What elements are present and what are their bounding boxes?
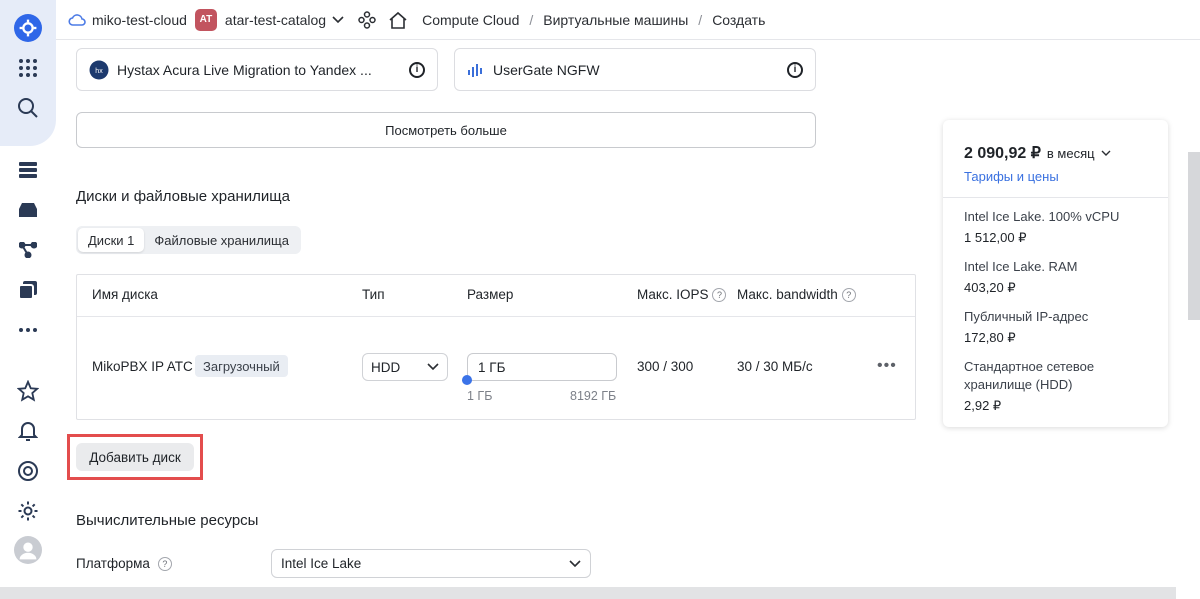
boot-badge: Загрузочный: [195, 355, 288, 377]
price-item: Стандартное сетевое хранилище (HDD) 2,92…: [964, 358, 1114, 414]
marketplace-card-usergate[interactable]: UserGate NGFW i: [454, 48, 816, 91]
catalog-name: atar-test-catalog: [224, 11, 327, 28]
pricing-link[interactable]: Тарифы и цены: [964, 169, 1059, 184]
col-header-type: Тип: [362, 287, 385, 302]
disk-iops: 300 / 300: [637, 359, 694, 374]
cloud-icon: [68, 13, 86, 27]
cloud-logo-icon[interactable]: [14, 14, 42, 42]
support-icon[interactable]: [14, 457, 42, 485]
row-menu-icon[interactable]: •••: [877, 357, 897, 375]
chevron-down-icon: [332, 15, 344, 24]
disk-type-value: HDD: [371, 359, 401, 375]
storage-icon[interactable]: [14, 196, 42, 224]
disk-size-input[interactable]: 1 ГБ: [467, 353, 617, 381]
price-item-value: 1 512,00 ₽: [964, 230, 1027, 245]
breadcrumb-separator: /: [698, 11, 703, 28]
compute-section-title: Вычислительные ресурсы: [76, 512, 259, 529]
col-header-size: Размер: [467, 287, 514, 302]
servers-icon[interactable]: [14, 156, 42, 184]
star-icon[interactable]: [14, 377, 42, 405]
price-item-name: Стандартное сетевое хранилище (HDD): [964, 359, 1095, 392]
more-icon[interactable]: [14, 316, 42, 344]
price-item: Intel Ice Lake. 100% vCPU 1 512,00 ₽: [964, 208, 1154, 246]
price-item-value: 403,20 ₽: [964, 280, 1016, 295]
search-icon[interactable]: [14, 94, 42, 122]
col-header-bandwidth: Макс. bandwidth ?: [737, 287, 856, 302]
platform-label-text: Платформа: [76, 556, 150, 571]
price-divider: [943, 197, 1168, 198]
platform-label: Платформа ?: [76, 556, 172, 571]
tab-file-storages[interactable]: Файловые хранилища: [144, 228, 299, 252]
price-total-value: 2 090,92 ₽: [964, 145, 1041, 162]
price-item: Публичный IP-адрес 172,80 ₽: [964, 308, 1154, 346]
col-header-name: Имя диска: [92, 287, 158, 302]
price-item-name: Публичный IP-адрес: [964, 309, 1089, 324]
help-icon[interactable]: ?: [712, 287, 727, 302]
chevron-down-icon: [427, 363, 439, 371]
chevron-down-icon: [569, 559, 581, 568]
disk-name: MikoPBX IP ATC: [92, 359, 193, 374]
cloud-selector[interactable]: miko-test-cloud: [68, 12, 187, 28]
price-item-value: 2,92 ₽: [964, 398, 1002, 413]
platform-value: Intel Ice Lake: [281, 556, 362, 571]
price-card: 2 090,92 ₽ в месяц Тарифы и цены Intel I…: [943, 120, 1168, 427]
bandwidth-label: Макс. bandwidth: [737, 287, 838, 302]
disk-type-select[interactable]: HDD: [362, 353, 448, 381]
price-item-name: Intel Ice Lake. 100% vCPU: [964, 209, 1120, 224]
images-icon[interactable]: [14, 276, 42, 304]
disks-section-title: Диски и файловые хранилища: [76, 188, 290, 205]
usergate-logo-icon: [467, 61, 485, 79]
tab-disks[interactable]: Диски 1: [78, 228, 145, 252]
breadcrumb-create: Создать: [712, 11, 766, 28]
left-rail: [0, 0, 56, 599]
info-icon[interactable]: i: [787, 61, 803, 78]
home-icon[interactable]: [388, 11, 408, 29]
platform-select[interactable]: Intel Ice Lake: [271, 549, 591, 578]
hystax-logo-icon: hx: [89, 60, 109, 80]
disks-table: Имя диска Тип Размер Макс. IOPS ? Макс. …: [76, 274, 916, 420]
cloud-name: miko-test-cloud: [92, 11, 187, 28]
price-item: Intel Ice Lake. RAM 403,20 ₽: [964, 258, 1154, 296]
price-period: в месяц: [1046, 145, 1095, 161]
disk-size-value: 1 ГБ: [478, 359, 506, 375]
breadcrumb-vms[interactable]: Виртуальные машины: [543, 12, 688, 28]
show-more-button[interactable]: Посмотреть больше: [76, 112, 816, 148]
catalog-badge: AT: [194, 8, 217, 31]
services-icon[interactable]: [358, 10, 376, 29]
size-slider-min: 1 ГБ: [467, 389, 493, 403]
card-title: Hystax Acura Live Migration to Yandex ..…: [117, 61, 372, 78]
info-icon[interactable]: i: [409, 61, 425, 78]
horizontal-scrollbar[interactable]: [0, 587, 1176, 599]
disk-bandwidth: 30 / 30 МБ/с: [737, 359, 813, 374]
catalog-selector[interactable]: AT atar-test-catalog: [194, 8, 344, 31]
breadcrumb-compute[interactable]: Compute Cloud: [422, 12, 519, 28]
iops-label: Макс. IOPS: [637, 287, 709, 302]
vertical-scrollbar[interactable]: [1188, 152, 1200, 320]
apps-grid-icon[interactable]: [14, 54, 42, 82]
size-slider-handle[interactable]: [462, 375, 472, 385]
disk-tabs: Диски 1 Файловые хранилища: [76, 226, 301, 254]
network-icon[interactable]: [14, 236, 42, 264]
col-header-iops: Макс. IOPS ?: [637, 287, 727, 302]
top-header: miko-test-cloud AT atar-test-catalog Com…: [56, 0, 1200, 40]
price-item-value: 172,80 ₽: [964, 330, 1016, 345]
help-icon[interactable]: ?: [841, 287, 856, 302]
breadcrumb-separator: /: [529, 11, 534, 28]
marketplace-card-hystax[interactable]: hx Hystax Acura Live Migration to Yandex…: [76, 48, 438, 91]
settings-icon[interactable]: [14, 497, 42, 525]
price-total[interactable]: 2 090,92 ₽ в месяц: [964, 143, 1111, 163]
avatar[interactable]: [14, 536, 42, 564]
card-title: UserGate NGFW: [493, 61, 600, 78]
help-icon[interactable]: ?: [157, 556, 172, 571]
add-disk-button[interactable]: Добавить диск: [76, 443, 194, 471]
svg-text:hx: hx: [95, 68, 103, 75]
table-divider: [77, 316, 915, 317]
size-slider-max: 8192 ГБ: [570, 389, 617, 403]
price-item-name: Intel Ice Lake. RAM: [964, 259, 1078, 274]
bell-icon[interactable]: [14, 417, 42, 445]
chevron-down-icon: [1101, 150, 1111, 157]
